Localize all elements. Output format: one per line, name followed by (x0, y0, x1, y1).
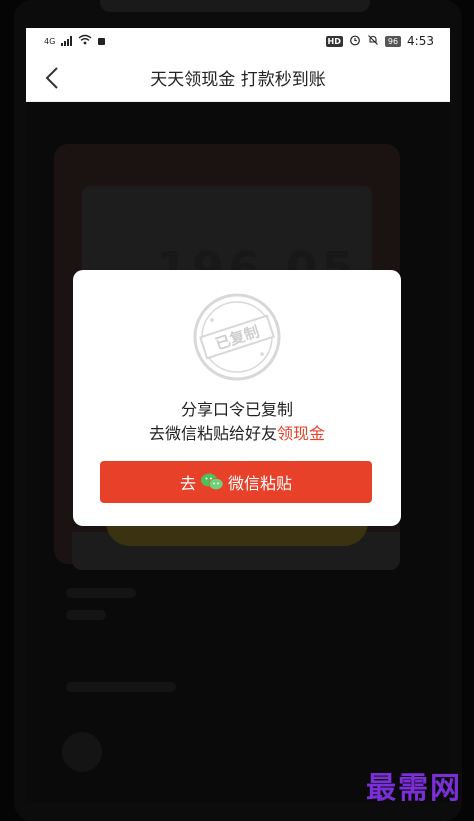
button-label: 微信粘贴 (228, 474, 293, 493)
bg-avatar (62, 732, 102, 772)
bg-row (66, 682, 176, 692)
battery-icon: 96 (384, 35, 402, 47)
copied-stamp-icon: 已复制 (193, 293, 281, 381)
paste-to-wechat-button[interactable]: 去 微信粘贴 (100, 461, 372, 503)
notification-icon (98, 37, 106, 45)
wifi-icon (78, 34, 92, 48)
signal-icon (61, 36, 73, 46)
bg-row (66, 588, 136, 598)
status-time: 4:53 (407, 34, 434, 48)
status-bar: 4G HD 96 4:53 (26, 28, 450, 54)
wechat-icon (200, 472, 224, 492)
watermark-logo: 最需网 (366, 771, 462, 806)
button-prefix: 去 (179, 474, 196, 493)
share-copied-dialog: 已复制 分享口令已复制 去微信粘贴给好友领现金 去 微信粘贴 (73, 270, 401, 526)
status-right: HD 96 4:53 (325, 34, 434, 49)
bg-row (66, 610, 106, 620)
nav-bar: 天天领现金 打款秒到账 (26, 54, 450, 102)
back-button[interactable] (36, 62, 68, 94)
page-title: 天天领现金 打款秒到账 (150, 70, 326, 90)
paste-instruction: 去微信粘贴给好友领现金 (73, 420, 401, 444)
top-notch (100, 0, 370, 12)
mute-icon (367, 34, 379, 49)
paste-instruction-highlight: 领现金 (277, 424, 326, 443)
copied-message: 分享口令已复制 (180, 400, 293, 419)
screen-frame: 4G HD 96 4:53 天天领现金 打款秒到账 196.05 已复制 分享口… (0, 0, 474, 821)
network-label: 4G (44, 36, 56, 46)
battery-level: 96 (387, 36, 399, 46)
hd-badge: HD (325, 35, 343, 47)
paste-instruction-text: 去微信粘贴给好友 (148, 424, 277, 443)
chevron-left-icon (45, 67, 58, 89)
status-left: 4G (44, 34, 106, 48)
alarm-icon (349, 34, 361, 49)
